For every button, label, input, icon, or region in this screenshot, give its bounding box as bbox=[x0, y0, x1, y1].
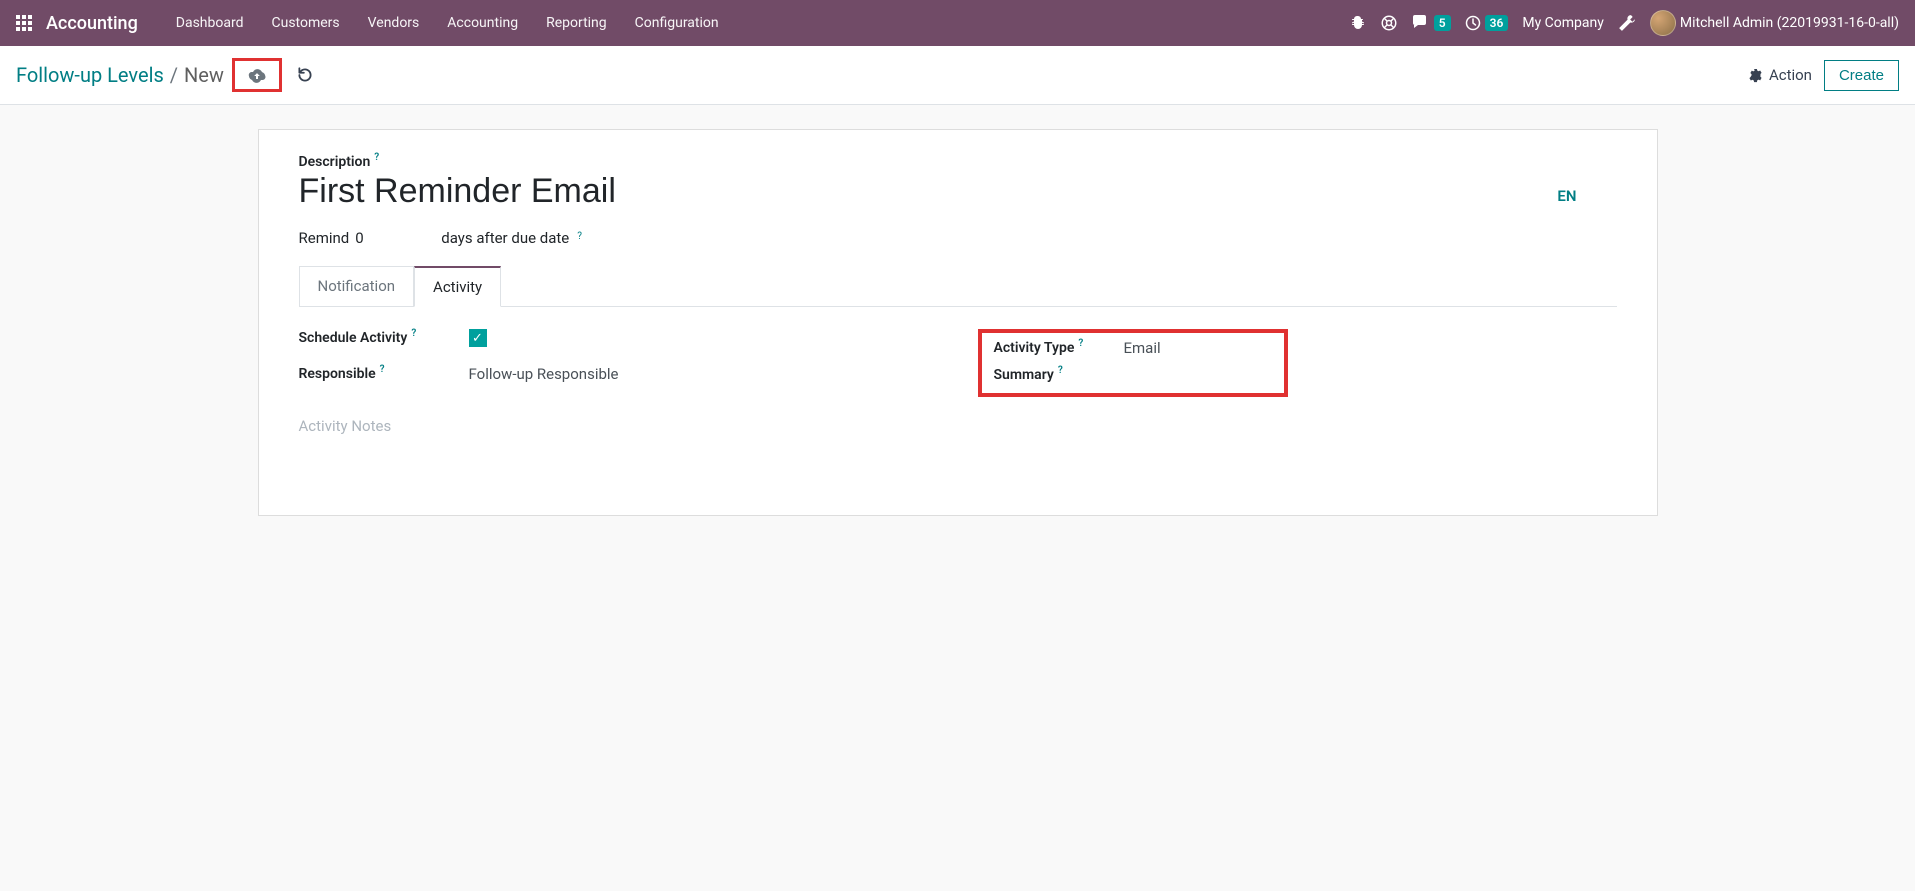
messages-badge: 5 bbox=[1434, 15, 1451, 31]
control-bar: Follow-up Levels / New Action Create bbox=[0, 46, 1915, 105]
nav-left: Accounting Dashboard Customers Vendors A… bbox=[16, 0, 733, 46]
help-icon[interactable]: ? bbox=[374, 152, 379, 163]
activity-notes-placeholder[interactable]: Activity Notes bbox=[299, 409, 1617, 435]
tab-content-activity: Schedule Activity ? ✓ Responsible ? Foll… bbox=[299, 307, 1617, 435]
form-area: Description ? EN Remind 0 days after due… bbox=[0, 129, 1915, 516]
nav-dashboard[interactable]: Dashboard bbox=[162, 0, 258, 46]
nav-vendors[interactable]: Vendors bbox=[354, 0, 434, 46]
nav-right: 5 36 My Company Mitchell Admin (22019931… bbox=[1350, 10, 1899, 36]
help-icon[interactable]: ? bbox=[380, 364, 385, 375]
schedule-activity-checkbox[interactable]: ✓ bbox=[469, 329, 487, 347]
help-icon[interactable]: ? bbox=[1078, 338, 1083, 349]
nav-configuration[interactable]: Configuration bbox=[621, 0, 733, 46]
responsible-row: Responsible ? Follow-up Responsible bbox=[299, 365, 938, 383]
help-icon[interactable]: ? bbox=[577, 231, 582, 242]
main-navbar: Accounting Dashboard Customers Vendors A… bbox=[0, 0, 1915, 46]
breadcrumb-separator: / bbox=[170, 63, 178, 87]
tools-icon[interactable] bbox=[1618, 14, 1636, 32]
company-switcher[interactable]: My Company bbox=[1522, 15, 1604, 31]
apps-icon[interactable] bbox=[16, 15, 32, 31]
app-brand[interactable]: Accounting bbox=[46, 13, 138, 34]
avatar bbox=[1650, 10, 1676, 36]
tab-activity[interactable]: Activity bbox=[414, 266, 501, 307]
nav-customers[interactable]: Customers bbox=[258, 0, 354, 46]
form-sheet: Description ? EN Remind 0 days after due… bbox=[258, 129, 1658, 516]
activity-type-row: Activity Type ? Email bbox=[994, 339, 1272, 357]
tabs: Notification Activity bbox=[299, 265, 1617, 307]
breadcrumb: Follow-up Levels / New bbox=[16, 58, 322, 92]
debug-icon[interactable] bbox=[1350, 15, 1366, 31]
support-icon[interactable] bbox=[1380, 14, 1398, 32]
breadcrumb-parent[interactable]: Follow-up Levels bbox=[16, 63, 164, 87]
nav-accounting[interactable]: Accounting bbox=[433, 0, 532, 46]
lang-badge[interactable]: EN bbox=[1557, 187, 1616, 205]
action-dropdown[interactable]: Action bbox=[1748, 66, 1812, 84]
highlight-save-box bbox=[232, 58, 282, 92]
save-cloud-icon[interactable] bbox=[239, 63, 275, 87]
user-name-label: Mitchell Admin (22019931-16-0-all) bbox=[1680, 15, 1899, 31]
highlight-activity-fields: Activity Type ? Email Summary ? bbox=[978, 329, 1288, 397]
description-input[interactable] bbox=[299, 170, 1558, 221]
responsible-value[interactable]: Follow-up Responsible bbox=[469, 365, 619, 383]
title-row: EN bbox=[299, 170, 1617, 221]
activity-type-value[interactable]: Email bbox=[1124, 339, 1161, 357]
nav-reporting[interactable]: Reporting bbox=[532, 0, 621, 46]
help-icon[interactable]: ? bbox=[411, 328, 416, 339]
schedule-activity-label: Schedule Activity ? bbox=[299, 330, 449, 346]
summary-label: Summary ? bbox=[994, 367, 1104, 383]
responsible-label: Responsible ? bbox=[299, 366, 449, 382]
action-label: Action bbox=[1769, 66, 1812, 84]
nav-menu: Dashboard Customers Vendors Accounting R… bbox=[162, 0, 733, 46]
activities-badge: 36 bbox=[1485, 15, 1509, 31]
remind-suffix: days after due date bbox=[441, 229, 569, 247]
gear-icon bbox=[1748, 68, 1763, 83]
tab-notification[interactable]: Notification bbox=[299, 266, 415, 307]
left-col: Schedule Activity ? ✓ Responsible ? Foll… bbox=[299, 329, 938, 397]
activities-icon[interactable]: 36 bbox=[1465, 15, 1509, 31]
remind-days-value[interactable]: 0 bbox=[355, 229, 435, 247]
remind-prefix: Remind bbox=[299, 229, 350, 247]
control-right: Action Create bbox=[1748, 60, 1899, 91]
description-label-row: Description ? bbox=[299, 154, 1617, 170]
discard-icon[interactable] bbox=[288, 62, 322, 88]
breadcrumb-current: New bbox=[184, 63, 224, 87]
create-button[interactable]: Create bbox=[1824, 60, 1899, 91]
summary-row: Summary ? bbox=[994, 367, 1272, 383]
schedule-activity-row: Schedule Activity ? ✓ bbox=[299, 329, 938, 347]
remind-row: Remind 0 days after due date ? bbox=[299, 229, 1617, 247]
user-menu[interactable]: Mitchell Admin (22019931-16-0-all) bbox=[1650, 10, 1899, 36]
help-icon[interactable]: ? bbox=[1058, 365, 1063, 376]
messages-icon[interactable]: 5 bbox=[1412, 15, 1451, 31]
activity-type-label: Activity Type ? bbox=[994, 340, 1104, 356]
description-label: Description ? bbox=[299, 154, 380, 170]
